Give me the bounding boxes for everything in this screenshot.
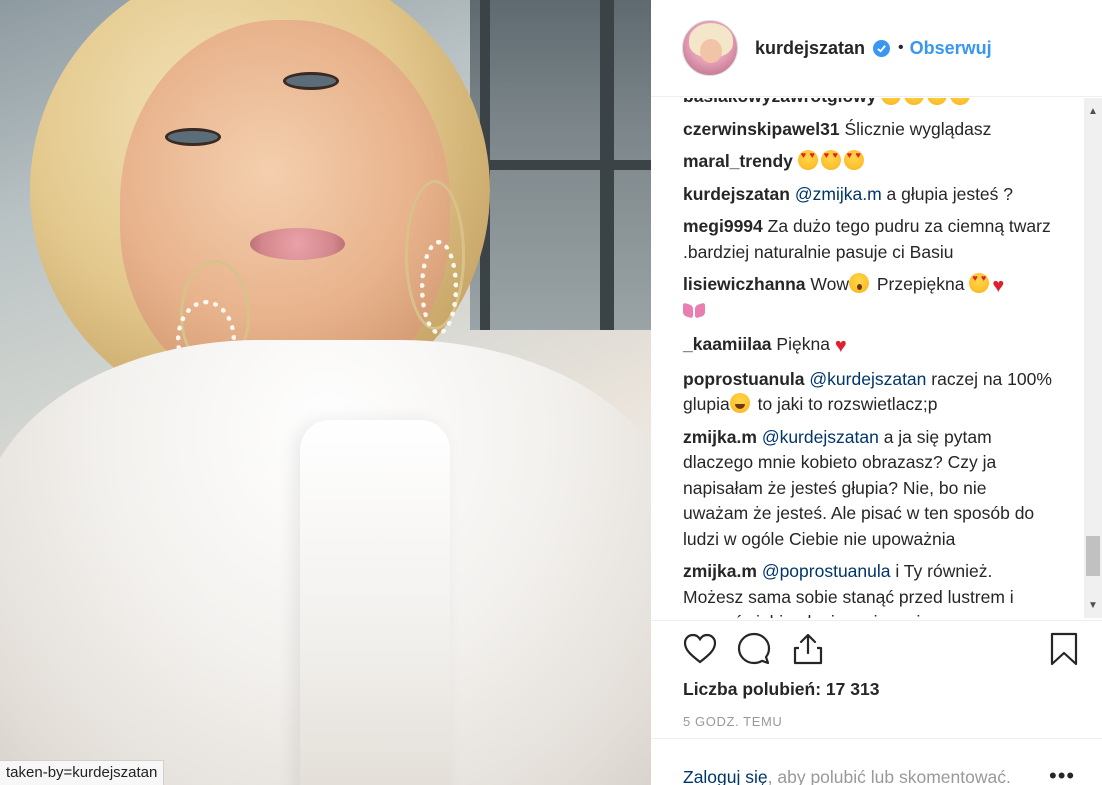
- share-icon[interactable]: [790, 631, 826, 667]
- comments-scrollbar[interactable]: ▲ ▼: [1084, 98, 1102, 618]
- comment-username[interactable]: zmijka.m: [683, 427, 757, 447]
- comment-text: to jaki to rozswietlacz;p: [757, 394, 938, 414]
- heart-eyes-emoji-icon: [881, 98, 902, 105]
- post-sidebar: kurdejszatan • Obserwuj basiakowyzawrotg…: [651, 0, 1102, 785]
- red-heart-icon: ♥: [834, 335, 847, 357]
- comment-username[interactable]: poprostuanula: [683, 369, 805, 389]
- comment-username[interactable]: lisiewiczhanna: [683, 274, 806, 294]
- verified-badge-icon: [873, 39, 891, 57]
- blouse-bow: [300, 420, 450, 785]
- heart-eyes-emoji-icon: [843, 150, 864, 170]
- separator-dot: •: [898, 39, 904, 56]
- post-timestamp[interactable]: 5 GODZ. TEMU: [683, 714, 782, 729]
- login-suffix: , aby polubić lub skomentować.: [767, 767, 1011, 785]
- more-options-icon[interactable]: •••: [1049, 763, 1075, 785]
- comment-username[interactable]: _kaamiilaa: [683, 334, 772, 354]
- comment-item: basiakowyzawrotglowy: [683, 98, 1053, 110]
- comment-text: Ślicznie wyglądasz: [844, 118, 992, 139]
- comment-username[interactable]: maral_trendy: [683, 151, 793, 171]
- comment-item: zmijka.m @poprostuanula i Ty również. Mo…: [683, 559, 1053, 618]
- comment-item: lisiewiczhanna Wow Przepiękna ♥: [683, 272, 1053, 325]
- scroll-up-arrow-icon[interactable]: ▲: [1084, 102, 1102, 120]
- login-text: Zaloguj się, aby polubić lub skomentować…: [683, 767, 1011, 785]
- post-actions: Liczba polubień: 17 313 5 GODZ. TEMU Zal…: [651, 620, 1102, 785]
- left-eye: [165, 128, 221, 146]
- scroll-down-arrow-icon[interactable]: ▼: [1084, 596, 1102, 614]
- hushed-emoji-icon: [849, 273, 869, 293]
- comment-username[interactable]: zmijka.m: [683, 561, 757, 581]
- comment-item: czerwinskipawel31 Ślicznie wyglądasz: [683, 117, 1053, 143]
- avatar[interactable]: [682, 20, 738, 76]
- comment-icon[interactable]: [736, 631, 772, 667]
- red-heart-icon: ♥: [992, 275, 1005, 297]
- ribbon-emoji-icon: [683, 302, 705, 320]
- post-photo[interactable]: taken-by=kurdejszatan: [0, 0, 651, 785]
- comment-username[interactable]: czerwinskipawel31: [683, 119, 840, 139]
- comments-list[interactable]: basiakowyzawrotglowy czerwinskipawel31 Ś…: [651, 98, 1086, 618]
- comment-username[interactable]: kurdejszatan: [683, 184, 790, 204]
- heart-eyes-emoji-icon: [969, 273, 990, 293]
- comment-item: kurdejszatan @zmijka.m a głupia jesteś ?: [683, 182, 1053, 208]
- comment-mention[interactable]: @kurdejszatan: [762, 427, 879, 447]
- comment-text: Przepiękna: [876, 274, 965, 294]
- bookmark-icon[interactable]: [1046, 631, 1082, 667]
- heart-eyes-emoji-icon: [904, 98, 925, 105]
- comment-mention[interactable]: @zmijka.m: [795, 184, 882, 204]
- comment-item: _kaamiilaa Piękna ♥: [683, 332, 1053, 360]
- login-prompt: Zaloguj się, aby polubić lub skomentować…: [651, 738, 1102, 785]
- username-link[interactable]: kurdejszatan: [755, 38, 865, 59]
- action-icons: [682, 631, 1082, 671]
- follow-button[interactable]: Obserwuj: [910, 38, 992, 59]
- heart-icon[interactable]: [682, 631, 718, 667]
- window-frame: [470, 160, 651, 170]
- comment-text: Piękna: [776, 334, 830, 354]
- scrollbar-thumb[interactable]: [1086, 536, 1100, 576]
- comment-item: maral_trendy: [683, 149, 1053, 175]
- url-tooltip: taken-by=kurdejszatan: [0, 760, 165, 785]
- heart-eyes-emoji-icon: [820, 150, 841, 170]
- comment-username[interactable]: basiakowyzawrotglowy: [683, 98, 877, 106]
- comment-item: zmijka.m @kurdejszatan a ja się pytam dl…: [683, 425, 1053, 553]
- comment-text: Wow: [810, 274, 849, 294]
- joy-emoji-icon: [729, 393, 750, 413]
- right-eye: [283, 72, 339, 90]
- heart-eyes-emoji-icon: [797, 150, 818, 170]
- comment-item: megi9994 Za dużo tego pudru za ciemną tw…: [683, 214, 1053, 265]
- comment-mention[interactable]: @poprostuanula: [762, 561, 891, 581]
- comment-username[interactable]: megi9994: [683, 216, 763, 236]
- login-link[interactable]: Zaloguj się: [683, 767, 768, 785]
- comment-text: a głupia jesteś ?: [886, 183, 1014, 204]
- heart-eyes-emoji-icon: [927, 98, 948, 105]
- heart-eyes-emoji-icon: [950, 98, 971, 105]
- comment-item: poprostuanula @kurdejszatan raczej na 10…: [683, 367, 1053, 418]
- likes-count[interactable]: Liczba polubień: 17 313: [683, 679, 879, 700]
- lips: [250, 228, 345, 260]
- post-header: kurdejszatan • Obserwuj: [651, 0, 1102, 97]
- right-earring-pearls: [420, 240, 458, 335]
- comment-mention[interactable]: @kurdejszatan: [809, 369, 926, 389]
